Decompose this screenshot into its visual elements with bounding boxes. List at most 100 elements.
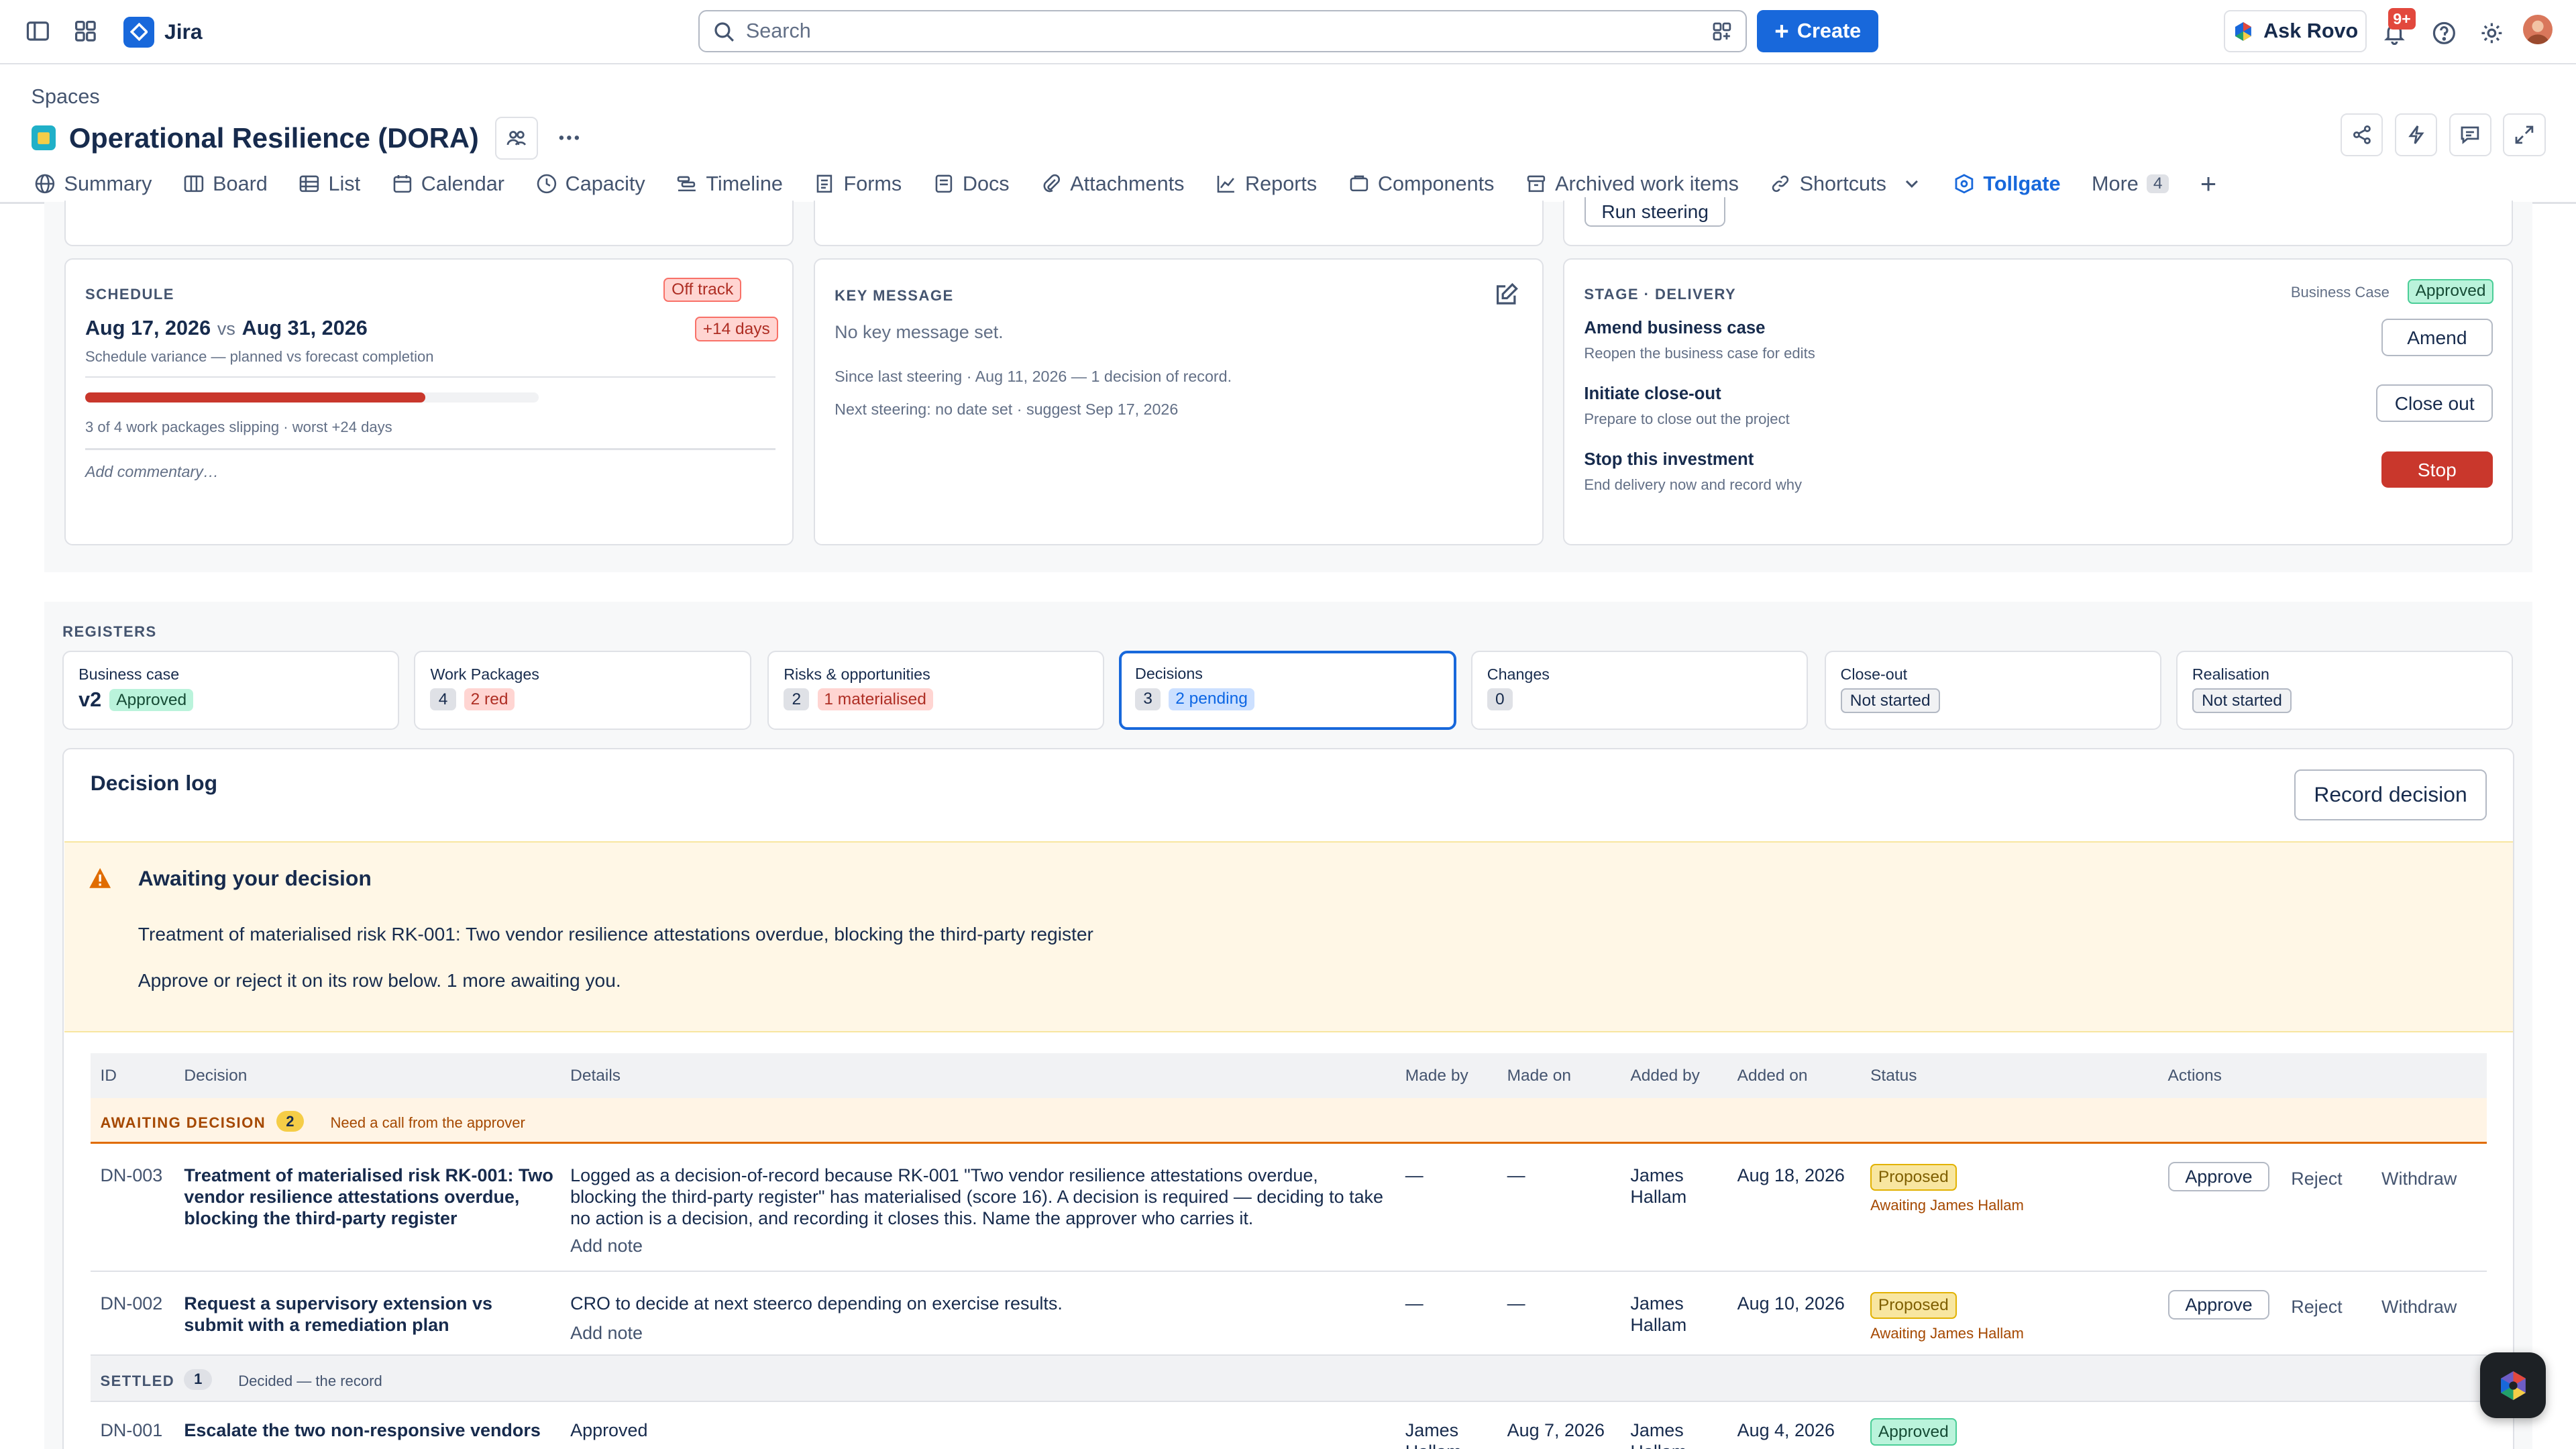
search-bar[interactable]: Search [698, 9, 1748, 53]
decision-title[interactable]: Treatment of materialised risk RK-001: T… [184, 1165, 555, 1230]
withdraw-button[interactable]: Withdraw [2381, 1297, 2457, 1318]
withdraw-button[interactable]: Withdraw [2381, 1169, 2457, 1190]
close-out-label: Close out [2394, 392, 2475, 414]
schedule-progress-fill [85, 392, 426, 402]
automation-icon[interactable] [2394, 113, 2438, 156]
breadcrumb[interactable]: Spaces [32, 85, 100, 109]
status-badge: Proposed [1870, 1163, 1957, 1191]
tab-list[interactable]: List [299, 166, 360, 202]
run-steering-button[interactable]: Run steering [1584, 197, 1726, 227]
ask-rovo-button[interactable]: Ask Rovo [2223, 9, 2367, 53]
status-badge: Approved [1870, 1418, 1957, 1446]
schedule-dates: Aug 17, 2026 vs Aug 31, 2026 [85, 317, 368, 340]
amend-button[interactable]: Amend [2381, 318, 2493, 357]
table-row: DN-003 Treatment of materialised risk RK… [90, 1144, 2487, 1273]
made-on: Aug 7, 2026 [1507, 1419, 1605, 1440]
business-case-label: Business Case [2290, 284, 2390, 301]
register-changes[interactable]: Changes 0 [1470, 651, 1808, 730]
registers-label: REGISTERS [62, 623, 157, 640]
card-top-fragment-1 [64, 200, 794, 247]
reject-button[interactable]: Reject [2291, 1297, 2342, 1318]
components-icon [1350, 176, 1368, 192]
tab-forms[interactable]: Forms [814, 166, 902, 202]
register-realisation[interactable]: Realisation Not started [2176, 651, 2514, 730]
since-last-steering: Since last steering · Aug 11, 2026 — 1 d… [835, 368, 1232, 386]
decision-title[interactable]: Escalate the two non-responsive vendors [184, 1420, 555, 1442]
stop-desc: End delivery now and record why [1584, 476, 1803, 494]
tab-more[interactable]: More 4 [2092, 166, 2169, 202]
register-title: Risks & opportunities [784, 665, 930, 683]
register-business-case[interactable]: Business case v2 Approved [62, 651, 400, 730]
tab-shortcuts[interactable]: Shortcuts [1770, 166, 1922, 202]
create-button[interactable]: + Create [1757, 9, 1879, 53]
key-message-label: KEY MESSAGE [835, 287, 954, 305]
schedule-progress-track [85, 392, 539, 402]
register-version: v2 [78, 688, 102, 712]
avatar[interactable] [2522, 15, 2553, 45]
tab-attachments[interactable]: Attachments [1040, 166, 1184, 202]
help-icon[interactable] [2426, 15, 2462, 51]
register-close-out[interactable]: Close-out Not started [1824, 651, 2161, 730]
card-top-fragment-2 [813, 200, 1544, 247]
app-switcher-icon[interactable] [67, 13, 103, 50]
register-title: Changes [1487, 665, 1550, 683]
made-by: — [1405, 1293, 1424, 1314]
chevron-down-icon[interactable] [1901, 173, 1923, 195]
rovo-chat-button[interactable] [2480, 1352, 2546, 1419]
add-tab-button[interactable]: + [2200, 166, 2216, 202]
add-note-link[interactable]: Add note [570, 1323, 643, 1344]
register-badge: Not started [1840, 688, 1940, 713]
tab-label: Reports [1245, 172, 1318, 195]
forecast-date: Aug 31, 2026 [241, 317, 368, 340]
tab-timeline[interactable]: Timeline [676, 166, 783, 202]
add-commentary-input[interactable]: Add commentary… [85, 463, 219, 481]
tab-components[interactable]: Components [1348, 166, 1494, 202]
tab-docs[interactable]: Docs [933, 166, 1010, 202]
rovo-icon [2500, 1371, 2526, 1400]
added-on: Aug 10, 2026 [1737, 1293, 1845, 1314]
feedback-icon[interactable] [2449, 113, 2492, 156]
tab-board[interactable]: Board [183, 166, 268, 202]
link-icon [1772, 176, 1789, 193]
tab-label: List [328, 172, 361, 195]
sidebar-toggle-icon[interactable] [19, 13, 56, 50]
filter-icon[interactable] [1711, 21, 1733, 42]
decision-title[interactable]: Request a supervisory extension vs submi… [184, 1293, 555, 1336]
tab-summary[interactable]: Summary [34, 166, 152, 202]
reject-button[interactable]: Reject [2291, 1169, 2342, 1190]
tab-capacity[interactable]: Capacity [536, 166, 645, 202]
settled-group-header: SETTLED 1 Decided — the record [90, 1356, 2487, 1402]
edit-icon[interactable] [1489, 276, 1525, 312]
expand-icon[interactable] [2503, 113, 2546, 156]
register-decisions[interactable]: Decisions 3 2 pending [1119, 651, 1456, 730]
decision-details: Logged as a decision-of-record because R… [570, 1165, 1384, 1228]
made-on: — [1507, 1165, 1525, 1186]
team-icon[interactable] [495, 116, 538, 160]
tab-reports[interactable]: Reports [1216, 166, 1317, 202]
gear-icon[interactable] [2473, 15, 2510, 51]
key-message-empty: No key message set. [835, 321, 1004, 342]
more-options-icon[interactable] [551, 120, 588, 156]
stop-title: Stop this investment [1584, 449, 1754, 469]
col-made-on: Made on [1507, 1067, 1571, 1085]
board-icon [184, 176, 204, 193]
stop-button[interactable]: Stop [2381, 451, 2493, 488]
tab-label: Attachments [1070, 172, 1185, 195]
decision-table: ID Decision Details Made by Made on Adde… [90, 1053, 2487, 1449]
forms-icon [817, 175, 833, 193]
clock-icon [537, 174, 556, 194]
share-icon[interactable] [2340, 113, 2383, 156]
register-work-packages[interactable]: Work Packages 4 2 red [414, 651, 751, 730]
schedule-subtitle: Schedule variance — planned vs forecast … [85, 347, 434, 365]
close-out-button[interactable]: Close out [2376, 384, 2493, 423]
tab-calendar[interactable]: Calendar [392, 166, 504, 202]
register-badge: 2 pending [1169, 688, 1254, 710]
approve-button[interactable]: Approve [2167, 1290, 2270, 1320]
approve-button[interactable]: Approve [2167, 1162, 2270, 1192]
record-decision-button[interactable]: Record decision [2294, 769, 2487, 820]
add-note-link[interactable]: Add note [570, 1236, 643, 1257]
jira-logo[interactable]: Jira [123, 16, 203, 48]
tab-tollgate[interactable]: Tollgate [1953, 166, 2065, 206]
page-title-row: Operational Resilience (DORA) [31, 116, 588, 160]
register-risks[interactable]: Risks & opportunities 2 1 materialised [767, 651, 1105, 730]
